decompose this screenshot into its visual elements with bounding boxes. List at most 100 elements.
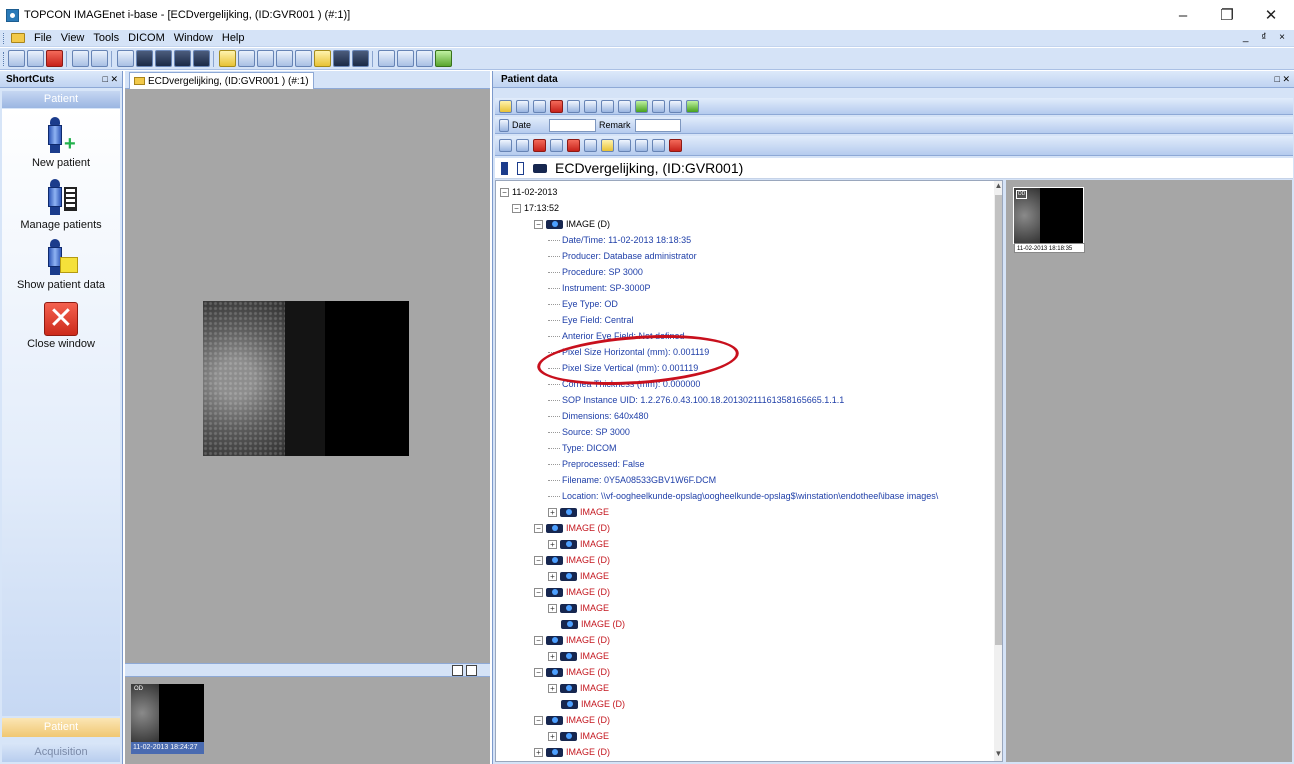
tree-node-image-d[interactable]: − IMAGE (D) <box>534 584 610 600</box>
date-field[interactable] <box>549 118 597 132</box>
tile-icon[interactable] <box>295 50 312 67</box>
view-image-icon[interactable] <box>219 50 236 67</box>
patient-icon[interactable] <box>517 161 524 175</box>
layout-3x3-icon[interactable] <box>193 50 210 67</box>
patient-data-icon[interactable] <box>314 50 331 67</box>
shortcuts-group-patient[interactable]: Patient <box>2 91 120 108</box>
tree-node-image-d[interactable]: − IMAGE (D) <box>534 632 610 648</box>
close-window-shortcut[interactable]: ✕ Close window <box>2 302 120 350</box>
maximize-strip-button[interactable] <box>466 665 477 676</box>
menu-folder-icon[interactable] <box>11 33 25 43</box>
properties-icon[interactable] <box>567 99 580 113</box>
import-icon[interactable] <box>618 99 631 113</box>
show-patient-data-shortcut[interactable]: Show patient data <box>2 239 120 291</box>
eye-icon[interactable] <box>533 139 546 152</box>
mdi-controls[interactable]: _ ₫ × <box>1243 32 1290 43</box>
expand-icon[interactable] <box>652 99 665 113</box>
tree-node-image-d[interactable]: − IMAGE (D) <box>534 520 610 536</box>
tree-node-image-d[interactable]: − IMAGE (D) <box>534 664 610 680</box>
od-icon[interactable] <box>635 139 648 152</box>
target-icon[interactable] <box>567 139 580 152</box>
shortcuts-header-controls[interactable]: □ ✕ <box>103 74 118 85</box>
layout-1x1-icon[interactable] <box>136 50 153 67</box>
image-icon[interactable] <box>601 139 614 152</box>
image-strip-thumbnail[interactable]: OD 11-02-2013 18:24:27 <box>131 684 204 754</box>
tree-node-image-d[interactable]: − IMAGE (D) <box>534 552 610 568</box>
menu-file[interactable]: File <box>34 32 52 44</box>
tree-node-image-d[interactable]: IMAGE (D) <box>548 696 625 712</box>
os-icon[interactable] <box>652 139 665 152</box>
print-preview-icon[interactable] <box>533 99 546 113</box>
more-icon[interactable] <box>669 99 682 113</box>
scroll-up-icon[interactable]: ▲ <box>994 181 1002 193</box>
tree-node-date[interactable]: −11-02-2013 <box>500 184 557 200</box>
nav-acquisition[interactable]: Acquisition <box>2 743 120 762</box>
new-patient-shortcut[interactable]: + New patient <box>2 117 120 169</box>
list-icon[interactable] <box>276 50 293 67</box>
minimize-strip-button[interactable] <box>452 665 463 676</box>
menu-window[interactable]: Window <box>174 32 213 44</box>
tree-node-image-expanded[interactable]: − IMAGE (D) <box>534 216 610 232</box>
print-icon[interactable] <box>516 99 529 113</box>
view-details-icon[interactable] <box>238 50 255 67</box>
monitor-icon[interactable] <box>333 50 350 67</box>
compare-grid-icon[interactable] <box>669 139 682 152</box>
menu-tools[interactable]: Tools <box>93 32 119 44</box>
camera-icon[interactable] <box>533 163 547 173</box>
tree-node-image[interactable]: + IMAGE <box>548 648 609 664</box>
scrollbar-thumb[interactable] <box>995 195 1002 645</box>
film-icon[interactable] <box>499 139 512 152</box>
menu-dicom[interactable]: DICOM <box>128 32 165 44</box>
scroll-down-icon[interactable]: ▼ <box>994 749 1002 761</box>
menu-help[interactable]: Help <box>222 32 245 44</box>
tree-node-image[interactable]: + IMAGE <box>548 680 609 696</box>
layout-2x2-icon[interactable] <box>174 50 191 67</box>
sort-icon[interactable] <box>499 118 509 132</box>
open-icon[interactable] <box>499 99 512 113</box>
endothelium-image[interactable] <box>203 301 409 456</box>
edit-icon[interactable] <box>117 50 134 67</box>
delete-icon[interactable] <box>46 50 63 67</box>
refresh-icon[interactable] <box>635 99 648 113</box>
tree-node-image-d[interactable]: + IMAGE (D) <box>534 744 610 760</box>
tree-node-image[interactable]: + IMAGE <box>548 600 609 616</box>
print-icon[interactable] <box>72 50 89 67</box>
patient-data-header-controls[interactable]: □ ✕ <box>1275 74 1290 85</box>
tree-node-image[interactable]: + IMAGE <box>548 536 609 552</box>
save-icon[interactable] <box>8 50 25 67</box>
window-icon[interactable] <box>378 50 395 67</box>
patient-data-tree[interactable]: −11-02-2013 −17:13:52 − IMAGE (D) Date/Ti… <box>495 180 1003 762</box>
export-icon[interactable] <box>601 99 614 113</box>
tree-node-image[interactable]: + IMAGE <box>548 728 609 744</box>
delete-icon[interactable] <box>550 99 563 113</box>
compare-icon[interactable] <box>257 50 274 67</box>
restore-button[interactable]: ❐ <box>1204 0 1250 30</box>
acquire-icon[interactable] <box>435 50 452 67</box>
patient-image-thumbnail[interactable]: OD 11-02-2013 18:18:35 <box>1013 187 1085 253</box>
minimize-button[interactable]: – <box>1160 0 1206 30</box>
close-button[interactable]: ✕ <box>1248 0 1294 30</box>
document-tab[interactable]: ECDvergelijking, (ID:GVR001 ) (#:1) <box>129 72 314 89</box>
patient-list-icon[interactable] <box>501 161 508 175</box>
print-preview-icon[interactable] <box>91 50 108 67</box>
clock-icon[interactable] <box>584 139 597 152</box>
tree-node-image[interactable]: + IMAGE <box>548 568 609 584</box>
report-icon[interactable] <box>584 99 597 113</box>
tree-node-image-d[interactable]: − IMAGE (D) <box>534 712 610 728</box>
manage-patients-shortcut[interactable]: Manage patients <box>2 179 120 231</box>
monitor-dual-icon[interactable] <box>352 50 369 67</box>
tree-node-time[interactable]: −17:13:52 <box>512 200 559 216</box>
tree-scrollbar[interactable]: ▲ ▼ <box>994 181 1002 761</box>
remark-field[interactable] <box>634 118 681 132</box>
layout-single-icon[interactable] <box>155 50 172 67</box>
grid-icon[interactable] <box>618 139 631 152</box>
nav-patient[interactable]: Patient <box>2 718 120 737</box>
import-icon[interactable] <box>416 50 433 67</box>
menu-view[interactable]: View <box>61 32 85 44</box>
settings-icon[interactable] <box>686 99 699 113</box>
35-icon[interactable] <box>516 139 529 152</box>
save-all-icon[interactable] <box>27 50 44 67</box>
export-icon[interactable] <box>397 50 414 67</box>
tree-node-image-d[interactable]: IMAGE (D) <box>548 616 625 632</box>
dots-icon[interactable] <box>550 139 563 152</box>
